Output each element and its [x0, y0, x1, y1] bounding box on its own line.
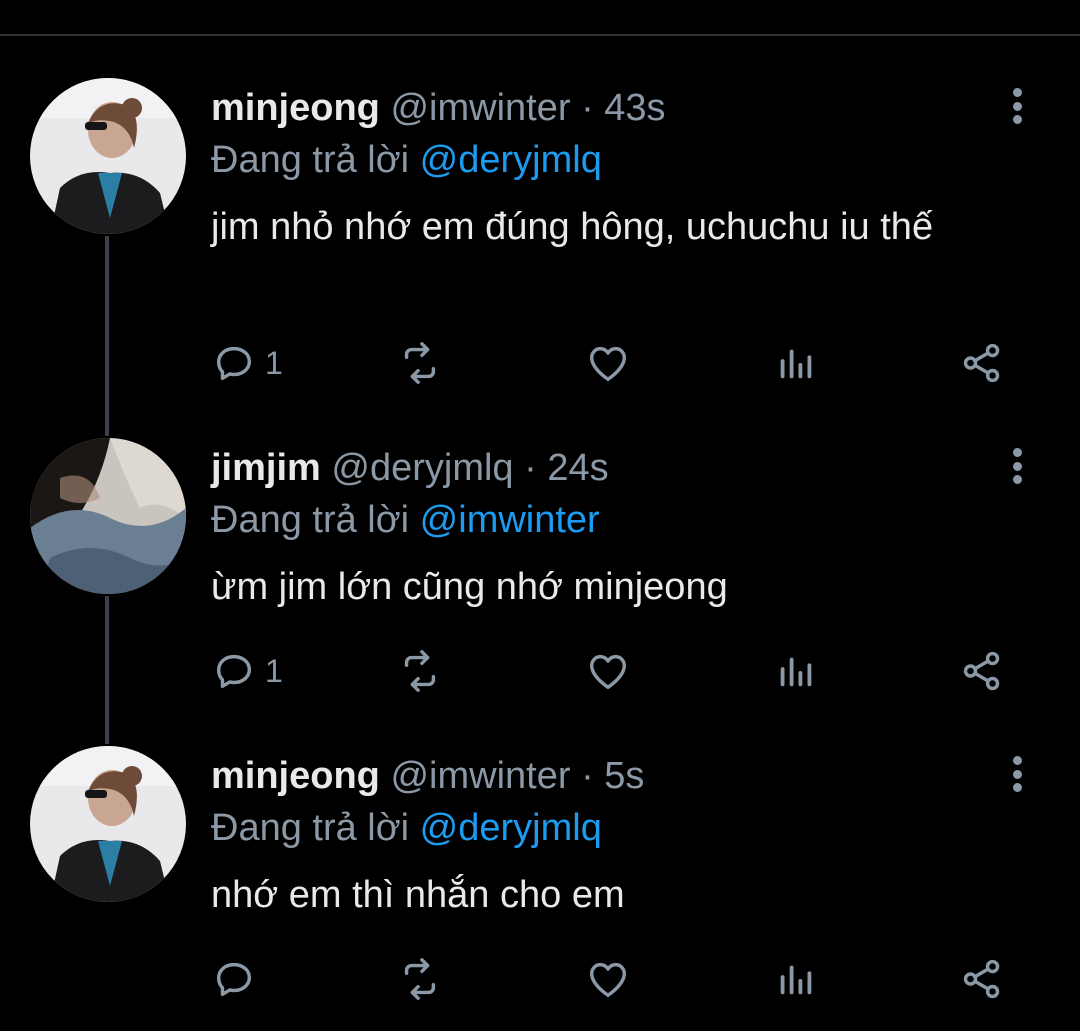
replying-to: Đang trả lời @imwinter — [211, 496, 600, 544]
top-divider — [0, 34, 1080, 36]
retweet-icon — [404, 958, 436, 1000]
avatar-image — [30, 746, 186, 902]
avatar[interactable] — [30, 746, 186, 902]
username[interactable]: @imwinter — [390, 87, 570, 129]
reply-count: 1 — [265, 652, 283, 689]
username[interactable]: @imwinter — [390, 755, 570, 797]
analytics-button[interactable] — [773, 954, 819, 1004]
tweet[interactable]: jimjim @deryjmlq · 24s Đang trả lời @imw… — [0, 438, 1080, 718]
like-button[interactable] — [585, 954, 631, 1004]
reply-icon — [216, 346, 252, 381]
analytics-icon — [780, 965, 812, 995]
mention-link[interactable]: @deryjmlq — [420, 807, 602, 849]
reply-prefix: Đang trả lời — [211, 139, 410, 181]
tweet[interactable]: minjeong @imwinter · 5s Đang trả lời @de… — [0, 746, 1080, 1026]
timestamp[interactable]: 43s — [604, 87, 665, 129]
analytics-icon — [780, 657, 812, 687]
tweet-actions: 1 — [211, 646, 1011, 696]
retweet-icon — [404, 342, 436, 384]
share-icon — [963, 651, 1000, 691]
tweet-header: jimjim @deryjmlq · 24s — [211, 444, 609, 492]
retweet-button[interactable] — [397, 338, 443, 388]
reply-icon — [216, 962, 252, 997]
analytics-icon — [780, 349, 812, 379]
reply-button[interactable]: 1 — [211, 646, 283, 696]
like-button[interactable] — [585, 338, 631, 388]
separator: · — [581, 755, 594, 797]
retweet-button[interactable] — [397, 954, 443, 1004]
reply-icon — [216, 654, 252, 689]
username[interactable]: @deryjmlq — [331, 447, 513, 489]
display-name[interactable]: minjeong — [211, 87, 380, 129]
reply-prefix: Đang trả lời — [211, 807, 410, 849]
timestamp[interactable]: 5s — [604, 755, 644, 797]
display-name[interactable]: minjeong — [211, 755, 380, 797]
share-button[interactable] — [959, 646, 1005, 696]
mention-link[interactable]: @imwinter — [420, 499, 600, 541]
share-icon — [963, 959, 1000, 999]
timestamp[interactable]: 24s — [547, 447, 608, 489]
share-icon — [963, 343, 1000, 383]
like-button[interactable] — [585, 646, 631, 696]
display-name[interactable]: jimjim — [211, 447, 321, 489]
separator: · — [524, 447, 537, 489]
mention-link[interactable]: @deryjmlq — [420, 139, 602, 181]
tweet[interactable]: minjeong @imwinter · 43s Đang trả lời @d… — [0, 78, 1080, 398]
tweet-text: jim nhỏ nhớ em đúng hông, uchuchu iu thế — [211, 206, 934, 248]
tweet-header: minjeong @imwinter · 43s — [211, 84, 666, 132]
reply-prefix: Đang trả lời — [211, 499, 410, 541]
more-icon[interactable] — [1000, 444, 1034, 488]
like-icon — [589, 654, 627, 690]
share-button[interactable] — [959, 338, 1005, 388]
separator: · — [581, 87, 594, 129]
retweet-button[interactable] — [397, 646, 443, 696]
tweet-text: nhớ em thì nhắn cho em — [211, 874, 625, 916]
reply-count: 1 — [265, 344, 283, 381]
avatar-image — [30, 438, 186, 594]
tweet-header: minjeong @imwinter · 5s — [211, 752, 644, 800]
replying-to: Đang trả lời @deryjmlq — [211, 804, 602, 852]
tweet-actions — [211, 954, 1011, 1004]
tweet-text: ừm jim lớn cũng nhớ minjeong — [211, 566, 728, 608]
reply-button[interactable]: 1 — [211, 338, 283, 388]
avatar[interactable] — [30, 78, 186, 234]
share-button[interactable] — [959, 954, 1005, 1004]
like-icon — [589, 346, 627, 382]
avatar-image — [30, 78, 186, 234]
analytics-button[interactable] — [773, 338, 819, 388]
avatar[interactable] — [30, 438, 186, 594]
retweet-icon — [404, 650, 436, 692]
more-icon[interactable] — [1000, 752, 1034, 796]
more-icon[interactable] — [1000, 84, 1034, 128]
like-icon — [589, 962, 627, 998]
tweet-actions: 1 — [211, 338, 1011, 388]
reply-button[interactable] — [211, 954, 265, 1004]
analytics-button[interactable] — [773, 646, 819, 696]
replying-to: Đang trả lời @deryjmlq — [211, 136, 602, 184]
